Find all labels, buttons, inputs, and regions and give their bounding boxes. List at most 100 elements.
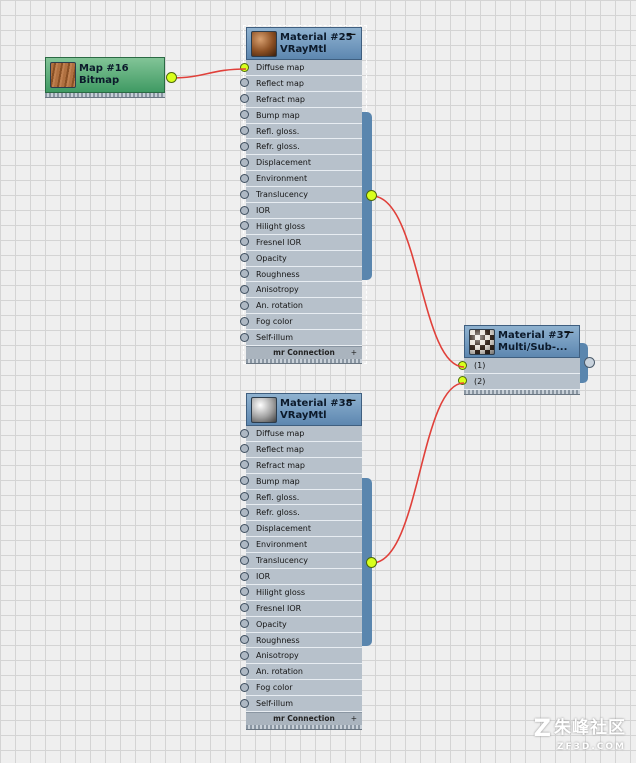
slot-sub-material-2[interactable]: (2) <box>458 374 580 390</box>
slot-socket[interactable] <box>240 492 249 502</box>
slot-socket[interactable] <box>240 460 249 470</box>
mr-connection-rollout[interactable]: mr Connection + <box>246 712 362 726</box>
slot-socket[interactable] <box>240 189 249 199</box>
slot-translucency[interactable]: Translucency <box>240 187 362 204</box>
node-ledge <box>464 389 580 395</box>
slot-fog-color[interactable]: Fog color <box>240 680 362 697</box>
slot-socket[interactable] <box>240 94 249 104</box>
slot-opacity[interactable]: Opacity <box>240 251 362 267</box>
node-header[interactable]: Map #16 Bitmap <box>45 57 165 93</box>
slot-diffuse-map[interactable]: Diffuse map <box>240 60 362 76</box>
slot-socket[interactable] <box>240 332 249 342</box>
slot-socket[interactable] <box>240 603 249 613</box>
slot-socket[interactable] <box>240 62 249 72</box>
slot-fog-color[interactable]: Fog color <box>240 314 362 331</box>
slot-refract-map[interactable]: Refract map <box>240 458 362 474</box>
slot-roughness[interactable]: Roughness <box>240 267 362 283</box>
slot-socket[interactable] <box>240 650 249 660</box>
slot-socket[interactable] <box>240 587 249 597</box>
slot-socket[interactable] <box>240 78 249 88</box>
slot-socket[interactable] <box>240 476 249 486</box>
slot-socket[interactable] <box>240 698 249 708</box>
slot-refr-gloss[interactable]: Refr. gloss. <box>240 139 362 156</box>
minimize-button[interactable]: — <box>346 30 356 40</box>
slot-fresnel-ior[interactable]: Fresnel IOR <box>240 601 362 617</box>
slot-refr-gloss[interactable]: Refr. gloss. <box>240 505 362 522</box>
slot-bump-map[interactable]: Bump map <box>240 474 362 490</box>
node-material37-multisub[interactable]: Material #37 Multi/Sub-... — (1) (2) <box>458 325 580 395</box>
node-material25-vraymtl[interactable]: Material #25 VRayMtl — Diffuse map Refle… <box>240 27 362 365</box>
slot-socket[interactable] <box>240 635 249 645</box>
expand-plus-icon[interactable]: + <box>351 713 357 725</box>
slot-socket[interactable] <box>240 444 249 454</box>
slot-socket[interactable] <box>240 221 249 231</box>
minimize-button[interactable]: — <box>346 396 356 406</box>
slot-roughness[interactable]: Roughness <box>240 633 362 649</box>
node-header[interactable]: Material #25 VRayMtl — <box>246 27 362 60</box>
expand-plus-icon[interactable]: + <box>351 347 357 359</box>
slot-reflect-map[interactable]: Reflect map <box>240 76 362 92</box>
slot-ior[interactable]: IOR <box>240 569 362 585</box>
slot-socket[interactable] <box>240 126 249 136</box>
slot-socket[interactable] <box>458 376 467 386</box>
watermark-url: ZF3D.COM <box>556 742 626 752</box>
slot-socket[interactable] <box>240 619 249 629</box>
map16-output-socket[interactable] <box>166 72 177 83</box>
slot-translucency[interactable]: Translucency <box>240 553 362 570</box>
slot-hilight-gloss[interactable]: Hilight gloss <box>240 219 362 235</box>
slot-socket[interactable] <box>240 523 249 533</box>
slot-socket[interactable] <box>240 682 249 692</box>
slot-socket[interactable] <box>240 110 249 120</box>
slot-an-rotation[interactable]: An. rotation <box>240 664 362 681</box>
slot-socket[interactable] <box>240 205 249 215</box>
node-header[interactable]: Material #37 Multi/Sub-... — <box>464 325 580 358</box>
slot-refract-map[interactable]: Refract map <box>240 92 362 108</box>
slot-environment[interactable]: Environment <box>240 171 362 188</box>
slot-socket[interactable] <box>240 237 249 247</box>
slot-socket[interactable] <box>240 555 249 565</box>
slot-socket[interactable] <box>458 360 467 370</box>
slot-ior[interactable]: IOR <box>240 203 362 219</box>
slot-self-illum[interactable]: Self-illum <box>240 696 362 713</box>
node-material38-vraymtl[interactable]: Material #38 VRayMtl — Diffuse map Refle… <box>240 393 362 731</box>
slot-diffuse-map[interactable]: Diffuse map <box>240 426 362 442</box>
slot-socket[interactable] <box>240 507 249 517</box>
slot-socket[interactable] <box>240 157 249 167</box>
slot-socket[interactable] <box>240 141 249 151</box>
node-type: VRayMtl <box>280 410 327 421</box>
slot-displacement[interactable]: Displacement <box>240 155 362 172</box>
slot-refl-gloss[interactable]: Refl. gloss. <box>240 490 362 506</box>
node-map16-bitmap[interactable]: Map #16 Bitmap <box>45 57 165 98</box>
slot-socket[interactable] <box>240 269 249 279</box>
slot-socket[interactable] <box>240 173 249 183</box>
slot-opacity[interactable]: Opacity <box>240 617 362 633</box>
slot-refl-gloss[interactable]: Refl. gloss. <box>240 124 362 140</box>
slot-displacement[interactable]: Displacement <box>240 521 362 538</box>
slot-an-rotation[interactable]: An. rotation <box>240 298 362 315</box>
slot-socket[interactable] <box>240 300 249 310</box>
slot-socket[interactable] <box>240 571 249 581</box>
mat37-output-socket[interactable] <box>584 357 595 368</box>
slot-sub-material-1[interactable]: (1) <box>458 358 580 374</box>
slot-socket[interactable] <box>240 316 249 326</box>
slot-socket[interactable] <box>240 284 249 294</box>
mat25-output-socket[interactable] <box>366 190 377 201</box>
mr-connection-rollout[interactable]: mr Connection + <box>246 346 362 360</box>
slot-bump-map[interactable]: Bump map <box>240 108 362 124</box>
mat38-output-socket[interactable] <box>366 557 377 568</box>
slot-fresnel-ior[interactable]: Fresnel IOR <box>240 235 362 251</box>
slot-socket[interactable] <box>240 666 249 676</box>
slot-socket[interactable] <box>240 539 249 549</box>
wire-mat25-to-slot1 <box>371 195 465 368</box>
minimize-button[interactable]: — <box>564 328 574 338</box>
slot-socket[interactable] <box>240 253 249 263</box>
slot-list: (1) (2) <box>458 358 580 390</box>
slot-environment[interactable]: Environment <box>240 537 362 554</box>
slot-socket[interactable] <box>240 428 249 438</box>
slot-anisotropy[interactable]: Anisotropy <box>240 648 362 665</box>
slot-self-illum[interactable]: Self-illum <box>240 330 362 347</box>
slot-hilight-gloss[interactable]: Hilight gloss <box>240 585 362 601</box>
slot-reflect-map[interactable]: Reflect map <box>240 442 362 458</box>
node-header[interactable]: Material #38 VRayMtl — <box>246 393 362 426</box>
slot-anisotropy[interactable]: Anisotropy <box>240 282 362 299</box>
